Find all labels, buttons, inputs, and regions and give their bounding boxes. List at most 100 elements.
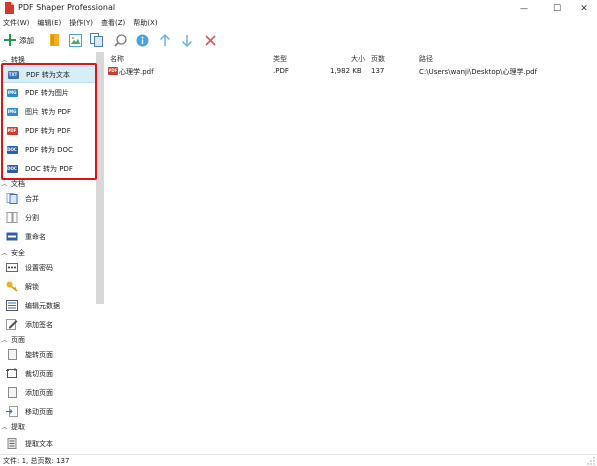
rename-icon [6,231,18,242]
menu-file[interactable]: 文件(W) [0,17,32,30]
sidebar-item-label: 设置密码 [25,263,53,272]
move-page-icon [6,406,18,417]
status-bar: 文件: 1, 总页数: 137 [0,454,597,466]
copy-icon [90,33,103,47]
sidebar-item-label: 提取文本 [25,439,53,448]
remove-icon [205,34,216,46]
open-folder-button[interactable] [49,32,61,48]
password-icon [6,262,18,273]
menu-help[interactable]: 帮助(X) [130,17,160,30]
move-down-button[interactable] [181,32,193,48]
sidebar-scrollbar[interactable] [96,52,104,304]
app-logo-icon [5,2,14,14]
arrow-up-icon [159,33,171,46]
sidebar-item-add-signature[interactable]: 添加签名 [2,316,96,333]
sidebar-item-edit-metadata[interactable]: 编辑元数据 [2,297,96,314]
sidebar-item-label: 添加页面 [25,388,53,397]
menu-bar: 文件(W) 编辑(E) 操作(Y) 查看(Z) 帮助(X) [0,17,597,30]
sidebar-item-split[interactable]: 分割 [2,209,96,226]
section-label: 安全 [11,248,25,257]
table-row[interactable]: PDF 心理学.pdf .PDF 1,982 KB 137 C:\Users\w… [106,66,597,78]
section-header-security[interactable]: ︿ 安全 [0,246,96,259]
sidebar-item-label: 解锁 [25,282,39,291]
title-bar: PDF Shaper Professional — ☐ ✕ [0,0,597,17]
chevron-up-icon: ︿ [1,250,8,257]
chevron-up-icon: ︿ [1,424,8,431]
menu-edit[interactable]: 编辑(E) [34,17,64,30]
section-header-pages[interactable]: ︿ 页面 [0,333,96,346]
column-header-pages[interactable]: 页数 [371,54,385,64]
add-label: 添加 [19,35,34,45]
sidebar-item-set-password[interactable]: 设置密码 [2,259,96,276]
column-header-name[interactable]: 名称 [110,54,124,64]
signature-icon [6,319,18,330]
move-up-button[interactable] [159,32,171,48]
metadata-icon [6,300,18,311]
column-header-size[interactable]: 大小 [351,54,365,64]
column-header-path[interactable]: 路径 [419,54,433,64]
status-text: 文件: 1, 总页数: 137 [3,457,70,465]
extract-text-icon [6,438,18,449]
sidebar-item-add-pages[interactable]: 添加页面 [2,384,96,401]
cell-path: C:\Users\wanji\Desktop\心理学.pdf [419,68,538,76]
sidebar-item-label: 裁切页面 [25,369,53,378]
resize-grip-icon[interactable] [587,457,595,465]
sidebar-item-label: 合并 [25,194,39,203]
minimize-icon: — [520,4,528,13]
cell-pages: 137 [371,67,385,75]
chevron-up-icon: ︿ [1,181,8,188]
sidebar-item-rename[interactable]: 重命名 [2,228,96,245]
close-icon: ✕ [580,3,588,14]
sidebar-item-extract-text[interactable]: 提取文本 [2,435,96,452]
section-label: 提取 [11,422,25,431]
arrow-down-icon [181,34,193,47]
file-list: 名称 类型 大小 页数 路径 PDF 心理学.pdf .PDF 1,982 KB… [106,52,597,454]
sidebar-item-label: 旋转页面 [25,350,53,359]
sidebar-item-label: 重命名 [25,232,46,241]
sidebar-item-move-pages[interactable]: 移动页面 [2,403,96,420]
highlight-box [1,63,97,180]
menu-view[interactable]: 查看(Z) [98,17,128,30]
sidebar-item-crop-pages[interactable]: 裁切页面 [2,365,96,382]
sidebar-item-label: 移动页面 [25,407,53,416]
section-label: 文档 [11,179,25,188]
search-icon [114,33,127,47]
window-title: PDF Shaper Professional [18,3,116,12]
close-button[interactable]: ✕ [570,0,597,17]
add-page-icon [6,387,18,398]
plus-icon [4,34,16,46]
rotate-icon [6,349,18,360]
info-icon [136,34,149,46]
crop-icon [6,368,18,379]
image-icon [69,33,82,47]
copy-button[interactable] [90,32,104,48]
sidebar-item-label: 分割 [25,213,39,222]
search-button[interactable] [114,32,127,48]
chevron-up-icon: ︿ [1,337,8,344]
toolbar: 添加 [0,30,597,50]
folder-icon [50,34,59,46]
section-header-extract[interactable]: ︿ 提取 [0,420,96,433]
sidebar-item-label: 添加签名 [25,320,53,329]
menu-action[interactable]: 操作(Y) [66,17,96,30]
maximize-icon: ☐ [552,3,562,14]
split-icon [6,212,18,223]
sidebar-item-unlock[interactable]: 解锁 [2,278,96,295]
add-image-button[interactable] [69,32,82,48]
key-icon [6,281,18,292]
remove-button[interactable] [205,32,216,48]
cell-size: 1,982 KB [330,67,362,75]
info-button[interactable] [136,32,149,48]
merge-icon [6,193,18,204]
minimize-button[interactable]: — [510,0,538,17]
sidebar-item-merge[interactable]: 合并 [2,190,96,207]
add-button[interactable]: 添加 [4,32,34,48]
cell-type: .PDF [273,67,289,75]
section-label: 页面 [11,335,25,344]
column-header-type[interactable]: 类型 [273,54,287,64]
sidebar-item-rotate-pages[interactable]: 旋转页面 [2,346,96,363]
cell-name: 心理学.pdf [119,68,154,76]
maximize-button[interactable]: ☐ [543,0,571,17]
sidebar-item-label: 编辑元数据 [25,301,60,310]
pdf-file-icon: PDF [108,67,118,75]
